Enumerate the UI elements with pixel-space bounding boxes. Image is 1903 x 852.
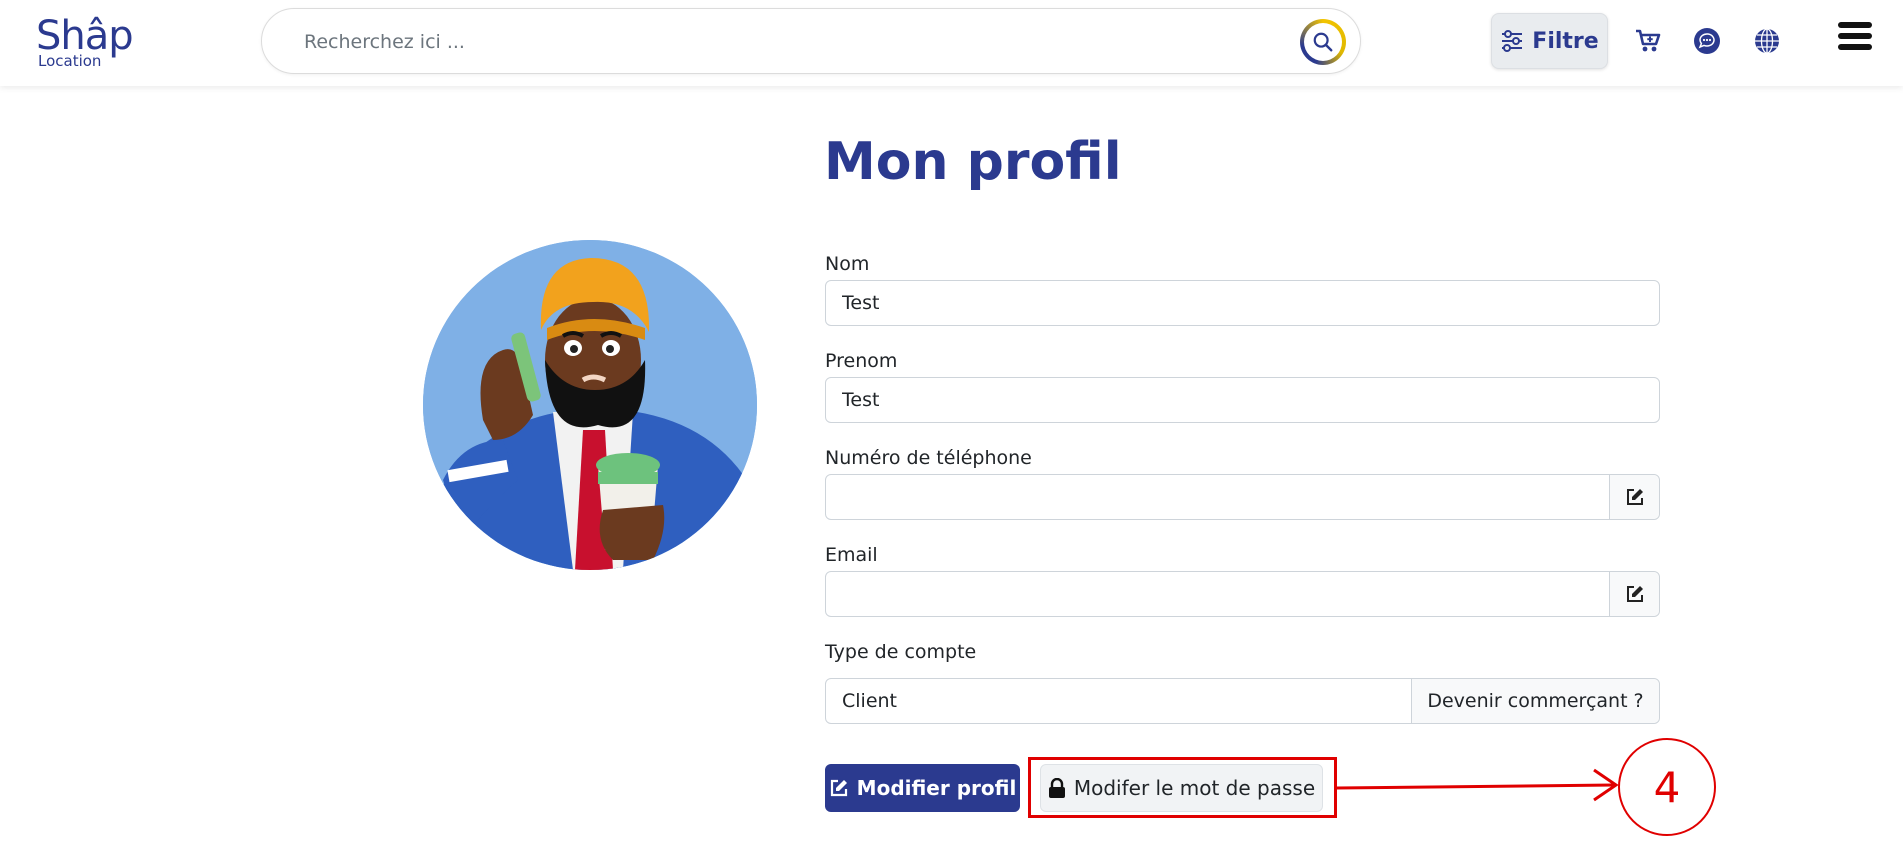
phone-field [825,474,1660,520]
filter-button[interactable]: Filtre [1491,13,1608,69]
annotation-step-number: 4 [1653,762,1681,812]
edit-phone-button[interactable] [1609,475,1659,519]
logo-sub-text: Location [38,52,102,70]
edit-profile-label: Modifier profil [856,776,1017,800]
nom-field [825,280,1660,326]
chat-button[interactable] [1692,26,1722,56]
globe-icon [1755,28,1779,54]
phone-label: Numéro de téléphone [825,447,1032,469]
page-title: Mon profil [824,132,1122,192]
nom-label: Nom [825,253,870,275]
email-label: Email [825,544,878,566]
avatar [423,240,757,570]
account-type-field: Devenir commerçant ? [825,678,1660,724]
email-field [825,571,1660,617]
search-icon [1313,32,1333,52]
become-merchant-label: Devenir commerçant ? [1427,690,1644,712]
avatar-illustration [423,240,757,570]
edit-icon [1626,586,1643,602]
account-type-label: Type de compte [825,641,977,663]
annotation-highlight-box [1028,757,1337,818]
edit-email-button[interactable] [1609,572,1659,616]
site-logo[interactable]: Shâp Location [36,14,136,70]
hamburger-menu-icon[interactable] [1838,22,1872,58]
nom-input[interactable] [842,290,1542,316]
prenom-field [825,377,1660,423]
search-button[interactable] [1300,19,1346,65]
phone-input[interactable] [842,484,1542,510]
chat-icon [1694,28,1720,54]
edit-icon [830,779,847,797]
prenom-label: Prenom [825,350,898,372]
top-navbar: Shâp Location Filtre [0,0,1903,86]
language-button[interactable] [1752,26,1782,56]
annotation-arrow [1336,768,1619,802]
become-merchant-button[interactable]: Devenir commerçant ? [1411,679,1659,723]
annotation-step-circle: 4 [1618,738,1716,836]
sliders-icon [1502,30,1523,52]
edit-icon [1626,489,1643,505]
filter-label: Filtre [1532,28,1599,54]
prenom-input[interactable] [842,387,1542,413]
search-bar [261,8,1361,74]
cart-icon [1636,29,1661,52]
search-input[interactable] [304,27,1204,57]
edit-profile-button[interactable]: Modifier profil [825,764,1020,812]
cart-button[interactable] [1633,26,1663,56]
email-input[interactable] [842,581,1542,607]
